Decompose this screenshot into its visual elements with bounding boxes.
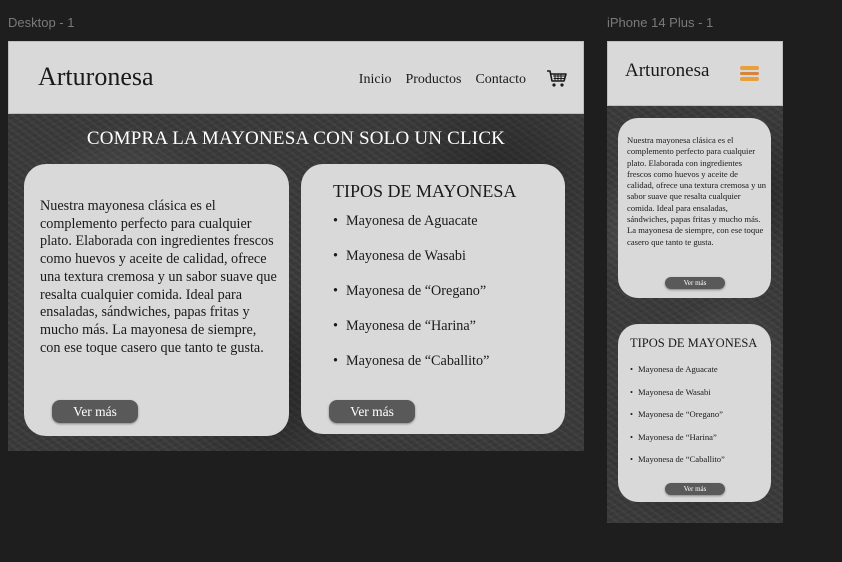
desktop-frame-label: Desktop - 1 xyxy=(8,15,75,30)
hero-title: COMPRA LA MAYONESA CON SOLO UN CLICK xyxy=(86,128,506,149)
types-title: TIPOS DE MAYONESA xyxy=(333,181,517,201)
mobile-header: Arturonesa xyxy=(607,41,783,106)
hamburger-menu-icon[interactable] xyxy=(740,66,759,81)
nav-inicio[interactable]: Inicio xyxy=(359,72,392,88)
list-item: Mayonesa de “Oregano” xyxy=(630,409,725,432)
list-item: Mayonesa de “Harina” xyxy=(630,432,725,455)
nav-contacto[interactable]: Contacto xyxy=(475,72,526,88)
mobile-brand-logo[interactable]: Arturonesa xyxy=(625,60,709,82)
mobile-types-list: Mayonesa de Aguacate Mayonesa de Wasabi … xyxy=(630,364,725,477)
ver-mas-button[interactable]: Ver más xyxy=(52,400,138,423)
list-item: Mayonesa de “Oregano” xyxy=(333,283,489,318)
mobile-body: Nuestra mayonesa clásica es el complemen… xyxy=(607,106,783,523)
desktop-header: Arturonesa Inicio Productos Contacto xyxy=(8,41,584,114)
shopping-cart-icon[interactable] xyxy=(546,69,568,89)
mobile-ver-mas-button[interactable]: Ver más xyxy=(665,277,725,289)
main-nav: Inicio Productos Contacto xyxy=(345,72,526,88)
mobile-types-ver-mas-button[interactable]: Ver más xyxy=(665,483,725,495)
types-card: TIPOS DE MAYONESA Mayonesa de Aguacate M… xyxy=(301,164,565,434)
description-text: Nuestra mayonesa clásica es el complemen… xyxy=(40,198,277,356)
mobile-types-title: TIPOS DE MAYONESA xyxy=(630,336,758,350)
list-item: Mayonesa de Wasabi xyxy=(630,387,725,410)
list-item: Mayonesa de Aguacate xyxy=(630,364,725,387)
brand-logo[interactable]: Arturonesa xyxy=(38,62,154,92)
list-item: Mayonesa de “Caballito” xyxy=(630,454,725,477)
hero-section: COMPRA LA MAYONESA CON SOLO UN CLICK Nue… xyxy=(8,114,584,451)
mobile-types-card: TIPOS DE MAYONESA Mayonesa de Aguacate M… xyxy=(618,324,771,502)
types-list: Mayonesa de Aguacate Mayonesa de Wasabi … xyxy=(333,213,489,388)
types-ver-mas-button[interactable]: Ver más xyxy=(329,400,415,423)
list-item: Mayonesa de Aguacate xyxy=(333,213,489,248)
desktop-frame: Arturonesa Inicio Productos Contacto COM… xyxy=(8,41,584,451)
mobile-frame: Arturonesa Nuestra mayonesa clásica es e… xyxy=(607,41,783,523)
list-item: Mayonesa de Wasabi xyxy=(333,248,489,283)
nav-productos[interactable]: Productos xyxy=(405,72,461,88)
mobile-description-card: Nuestra mayonesa clásica es el complemen… xyxy=(618,118,771,298)
mobile-frame-label: iPhone 14 Plus - 1 xyxy=(607,15,714,30)
mobile-description-text: Nuestra mayonesa clásica es el complemen… xyxy=(627,135,767,247)
description-card: Nuestra mayonesa clásica es el complemen… xyxy=(24,164,289,436)
list-item: Mayonesa de “Harina” xyxy=(333,318,489,353)
list-item: Mayonesa de “Caballito” xyxy=(333,353,489,388)
